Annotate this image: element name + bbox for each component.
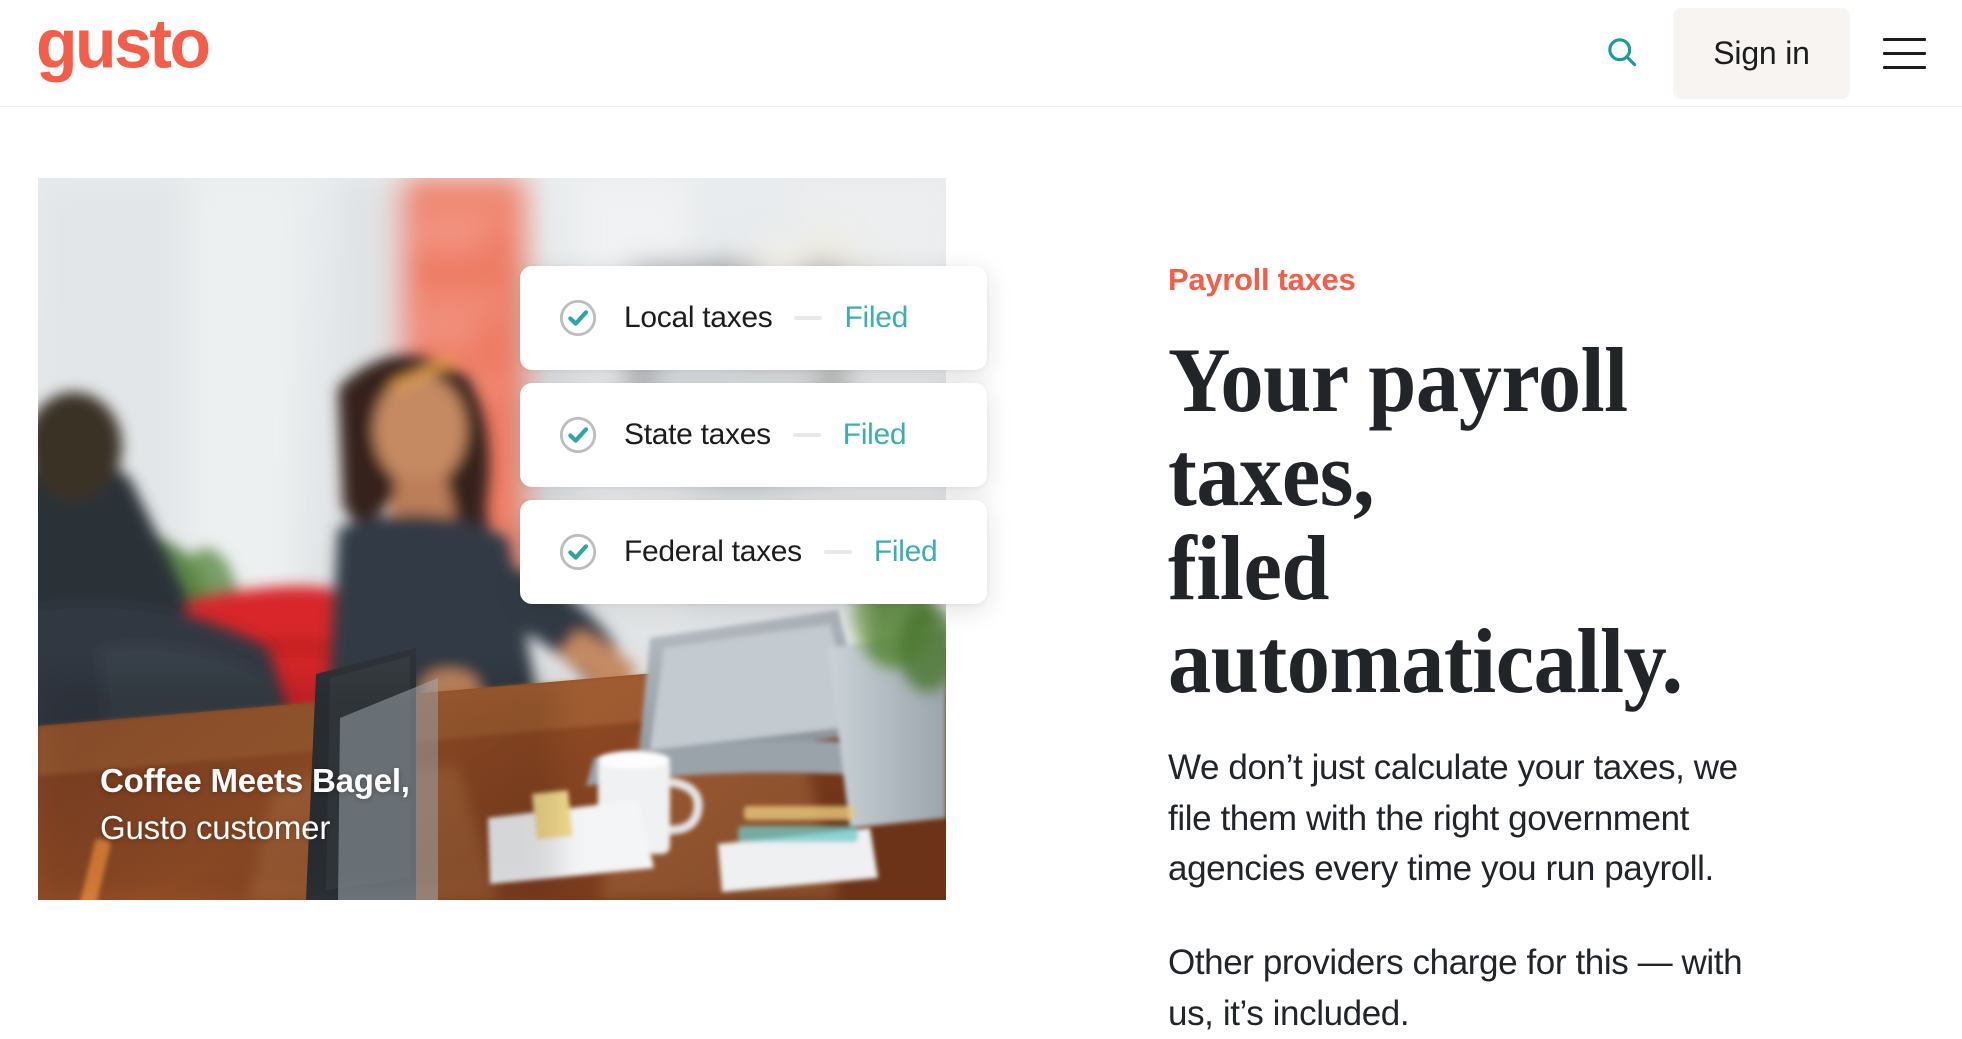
page-title: Your payroll taxes, filed automatically. bbox=[1168, 333, 1826, 709]
tax-status-card-list: Local taxes Filed State taxes Filed Fede… bbox=[520, 266, 987, 604]
tax-status-value: Filed bbox=[844, 301, 908, 334]
tax-status-value: Filed bbox=[873, 535, 938, 568]
separator-dash bbox=[823, 550, 852, 554]
check-circle-icon bbox=[558, 415, 598, 455]
eyebrow-label: Payroll taxes bbox=[1168, 262, 1356, 297]
search-button[interactable] bbox=[1593, 25, 1651, 83]
search-icon bbox=[1604, 34, 1640, 73]
headline-line-2: filed automatically. bbox=[1168, 516, 1683, 713]
separator-dash bbox=[794, 316, 823, 320]
menu-bar-1 bbox=[1882, 38, 1926, 41]
tax-status-card-local: Local taxes Filed bbox=[520, 266, 987, 370]
media-block: Coffee Meets Bagel, Gusto customer Local… bbox=[38, 178, 987, 900]
tax-status-value: Filed bbox=[842, 418, 907, 451]
headline-line-1: Your payroll taxes, bbox=[1168, 329, 1628, 525]
tax-status-card-state: State taxes Filed bbox=[520, 383, 987, 487]
gusto-logo-text: gusto bbox=[36, 5, 211, 83]
tax-status-card-federal: Federal taxes Filed bbox=[520, 500, 987, 604]
tax-status-label: State taxes bbox=[624, 418, 771, 451]
menu-bar-3 bbox=[1882, 66, 1926, 69]
menu-bar-2 bbox=[1882, 52, 1926, 55]
sign-in-button[interactable]: Sign in bbox=[1673, 8, 1850, 99]
header-actions: Sign in bbox=[1593, 0, 1936, 107]
separator-dash bbox=[792, 433, 821, 437]
body-paragraph-1: We don’t just calculate your taxes, we f… bbox=[1168, 748, 1738, 889]
hamburger-menu-icon[interactable] bbox=[1872, 22, 1936, 86]
tax-status-label: Local taxes bbox=[624, 301, 773, 334]
site-header: gusto Sign in bbox=[0, 0, 1962, 107]
check-circle-icon bbox=[558, 298, 598, 338]
copy-column: Payroll taxes Your payroll taxes, filed … bbox=[1168, 107, 1868, 1039]
gusto-logo[interactable]: gusto bbox=[36, 5, 211, 83]
check-circle-icon bbox=[558, 532, 598, 572]
tax-status-label: Federal taxes bbox=[624, 535, 802, 568]
main-content: Coffee Meets Bagel, Gusto customer Local… bbox=[0, 107, 1962, 1033]
body-paragraph-2: Other providers charge for this — with u… bbox=[1168, 943, 1743, 1033]
